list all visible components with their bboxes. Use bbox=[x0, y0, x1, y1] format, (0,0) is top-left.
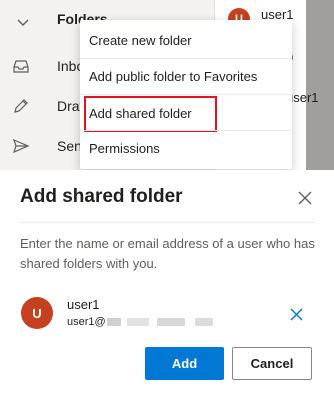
user-email-prefix: user1@ bbox=[67, 316, 106, 328]
close-icon[interactable] bbox=[298, 191, 312, 205]
chevron-down-icon[interactable] bbox=[14, 13, 32, 31]
dialog-description: Enter the name or email address of a use… bbox=[20, 236, 315, 271]
folder-context-menu: Create new folder Add public folder to F… bbox=[80, 20, 292, 169]
reading-pane-edge bbox=[306, 0, 334, 170]
remove-user-button[interactable] bbox=[286, 304, 306, 324]
dialog-divider bbox=[20, 222, 314, 223]
user-name: user1 bbox=[67, 297, 100, 312]
add-button[interactable]: Add bbox=[145, 347, 224, 380]
inbox-icon bbox=[13, 60, 29, 73]
user-email: user1@ bbox=[67, 316, 213, 328]
redacted-email-domain bbox=[106, 318, 121, 327]
add-shared-folder-dialog: Add shared folder Enter the name or emai… bbox=[0, 170, 334, 403]
dialog-title: Add shared folder bbox=[20, 186, 183, 207]
menu-item-permissions[interactable]: Permissions bbox=[80, 130, 292, 166]
pencil-icon bbox=[14, 99, 28, 113]
menu-item-create-new-folder[interactable]: Create new folder bbox=[80, 22, 292, 58]
menu-item-add-shared-folder[interactable]: Add shared folder bbox=[80, 95, 292, 132]
menu-item-add-public-folder[interactable]: Add public folder to Favorites bbox=[80, 58, 292, 94]
redacted-email-domain bbox=[194, 318, 213, 327]
redacted-email-domain bbox=[126, 318, 149, 327]
send-icon bbox=[13, 138, 30, 154]
avatar: U bbox=[21, 297, 53, 329]
cancel-button[interactable]: Cancel bbox=[232, 347, 312, 380]
list-user-mid: user1 bbox=[286, 90, 319, 105]
remove-icon[interactable] bbox=[290, 308, 303, 321]
redacted-email-domain bbox=[156, 318, 185, 327]
close-button[interactable] bbox=[294, 187, 316, 209]
